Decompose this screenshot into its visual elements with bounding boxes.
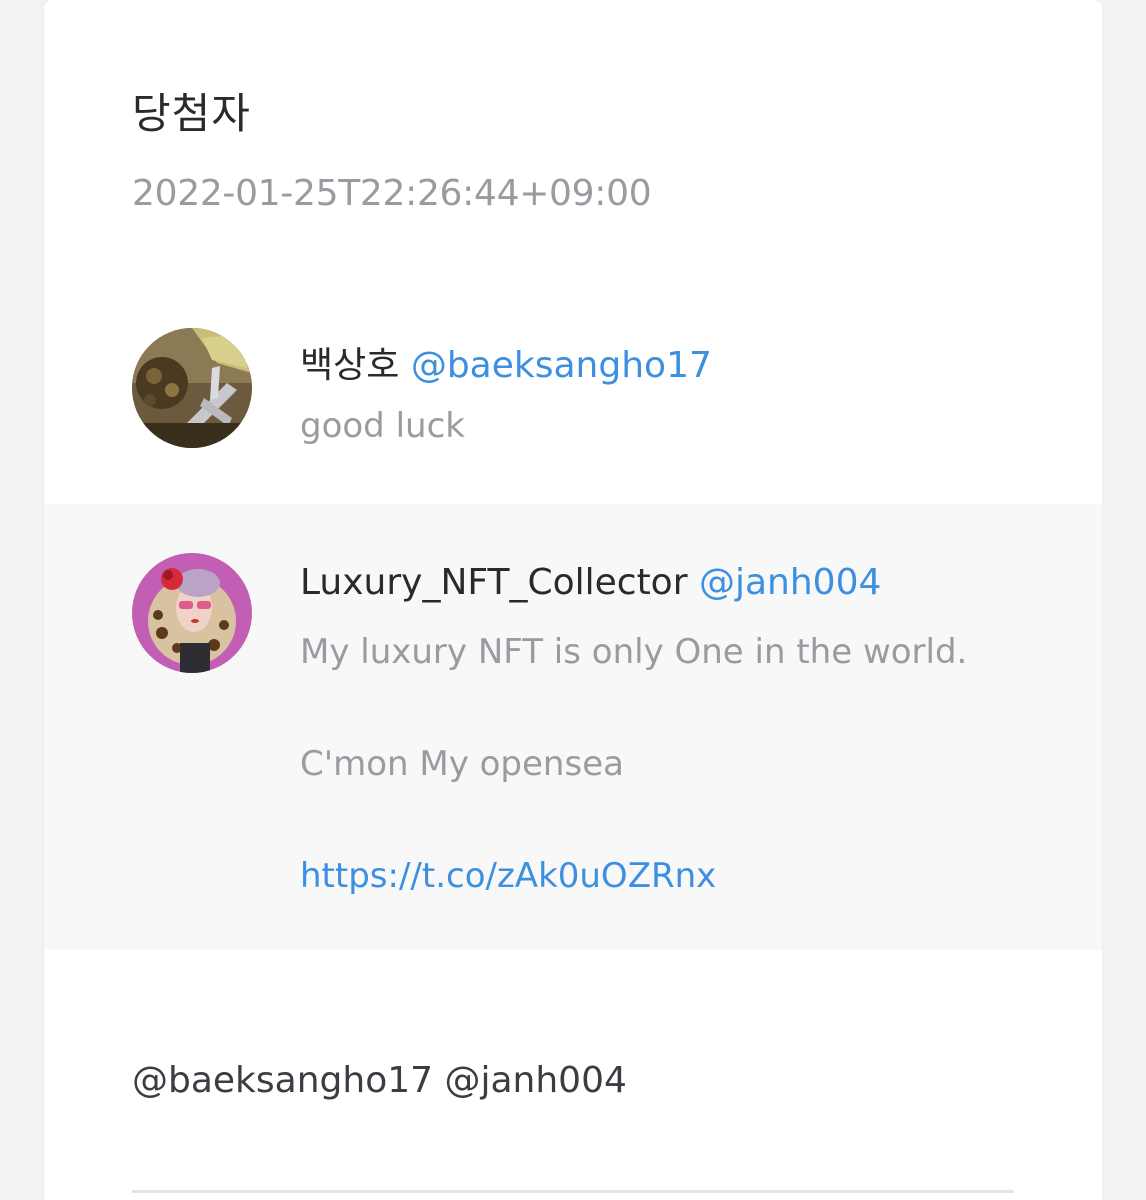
winner-comment: good luck [300,398,465,454]
avatar-illustration-icon [132,553,252,673]
avatar[interactable] [132,553,252,673]
page-title: 당첨자 [132,89,251,138]
winners-card: 당첨자 2022-01-25T22:26:44+09:00 백상호 @baeks… [44,0,1102,1200]
winner-comment: My luxury NFT is only One in the world. … [300,624,967,904]
winner-name-line: Luxury_NFT_Collector @janh004 [300,562,881,603]
comment-line: C'mon My opensea [300,744,624,784]
comment-line: My luxury NFT is only One in the world. [300,632,968,672]
avatar-photo-icon [132,328,252,448]
winner-row[interactable]: 백상호 @baeksangho17 good luck [44,300,1102,504]
draw-timestamp: 2022-01-25T22:26:44+09:00 [132,173,652,214]
comment-link[interactable]: https://t.co/zAk0uOZRnx [300,848,967,904]
comment-line [300,680,967,736]
winner-name-line: 백상호 @baeksangho17 [300,336,712,388]
comment-line: good luck [300,406,465,446]
winner-display-name: Luxury_NFT_Collector [300,562,688,603]
divider [132,1190,1014,1193]
comment-line [300,792,967,848]
winner-handle-link[interactable]: @janh004 [699,562,881,603]
winner-display-name: 백상호 [300,345,400,386]
winner-mentions: @baeksangho17 @janh004 [132,1060,627,1101]
winner-handle-link[interactable]: @baeksangho17 [411,345,712,386]
winner-row[interactable]: Luxury_NFT_Collector @janh004 My luxury … [44,504,1102,950]
avatar[interactable] [132,328,252,448]
